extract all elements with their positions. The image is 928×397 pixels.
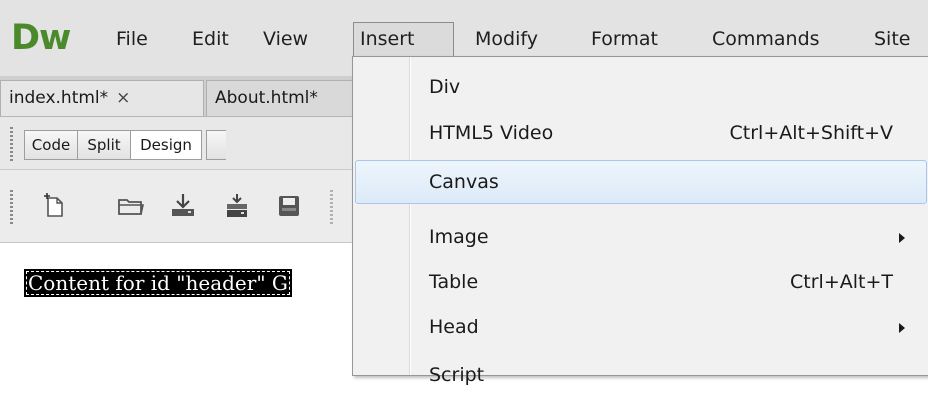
code-view-button[interactable]: Code — [24, 130, 78, 160]
design-view-button[interactable]: Design — [130, 130, 202, 160]
menu-item-html5-video[interactable]: HTML5 Video Ctrl+Alt+Shift+V — [355, 111, 927, 155]
toolbar-separator — [330, 190, 333, 224]
menu-commands[interactable]: Commands — [706, 22, 826, 56]
menu-item-label: Head — [429, 316, 479, 338]
menu-item-label: Image — [429, 226, 489, 248]
toolbar-grip[interactable] — [10, 190, 13, 224]
split-view-button[interactable]: Split — [77, 130, 131, 160]
print-icon[interactable] — [276, 193, 302, 223]
tab-label: index.html* — [9, 88, 109, 108]
submenu-arrow-icon — [899, 233, 905, 243]
live-view-button-partial[interactable] — [206, 130, 226, 160]
menu-modify[interactable]: Modify — [469, 22, 544, 56]
download-icon[interactable] — [170, 193, 196, 223]
menu-item-image[interactable]: Image — [355, 215, 927, 259]
new-document-icon[interactable] — [41, 193, 67, 223]
menu-view[interactable]: View — [257, 22, 314, 56]
menu-item-label: Table — [429, 271, 479, 293]
tab-index-html[interactable]: index.html* × — [0, 80, 204, 116]
menu-item-script[interactable]: Script — [355, 353, 927, 397]
menu-item-label: Canvas — [429, 171, 499, 193]
open-folder-icon[interactable] — [117, 193, 145, 223]
menu-item-head[interactable]: Head — [355, 305, 927, 349]
tab-label: About.html* — [215, 88, 318, 108]
submenu-arrow-icon — [899, 323, 905, 333]
menu-edit[interactable]: Edit — [186, 22, 235, 56]
header-placeholder-text[interactable]: Content for id "header" G — [24, 269, 292, 297]
menu-item-shortcut: Ctrl+Alt+T — [790, 271, 893, 293]
save-all-icon[interactable] — [224, 193, 250, 223]
close-icon[interactable]: × — [116, 88, 130, 108]
menu-item-label: Div — [429, 76, 461, 98]
app-logo: Dw — [11, 18, 71, 58]
menu-item-label: Script — [429, 364, 485, 386]
menu-item-div[interactable]: Div — [355, 65, 927, 109]
tab-about-html[interactable]: About.html* — [206, 80, 356, 116]
menu-item-shortcut: Ctrl+Alt+Shift+V — [729, 122, 893, 144]
menu-format[interactable]: Format — [585, 22, 664, 56]
menu-item-label: HTML5 Video — [429, 122, 554, 144]
menu-file[interactable]: File — [110, 22, 154, 56]
toolbar-grip[interactable] — [10, 127, 13, 161]
menu-item-canvas[interactable]: Canvas — [355, 160, 927, 204]
menu-insert[interactable]: Insert — [353, 22, 454, 56]
menu-item-table[interactable]: Table Ctrl+Alt+T — [355, 260, 927, 304]
insert-menu-dropdown: Div HTML5 Video Ctrl+Alt+Shift+V Canvas … — [352, 56, 928, 386]
menu-site[interactable]: Site — [868, 22, 916, 56]
